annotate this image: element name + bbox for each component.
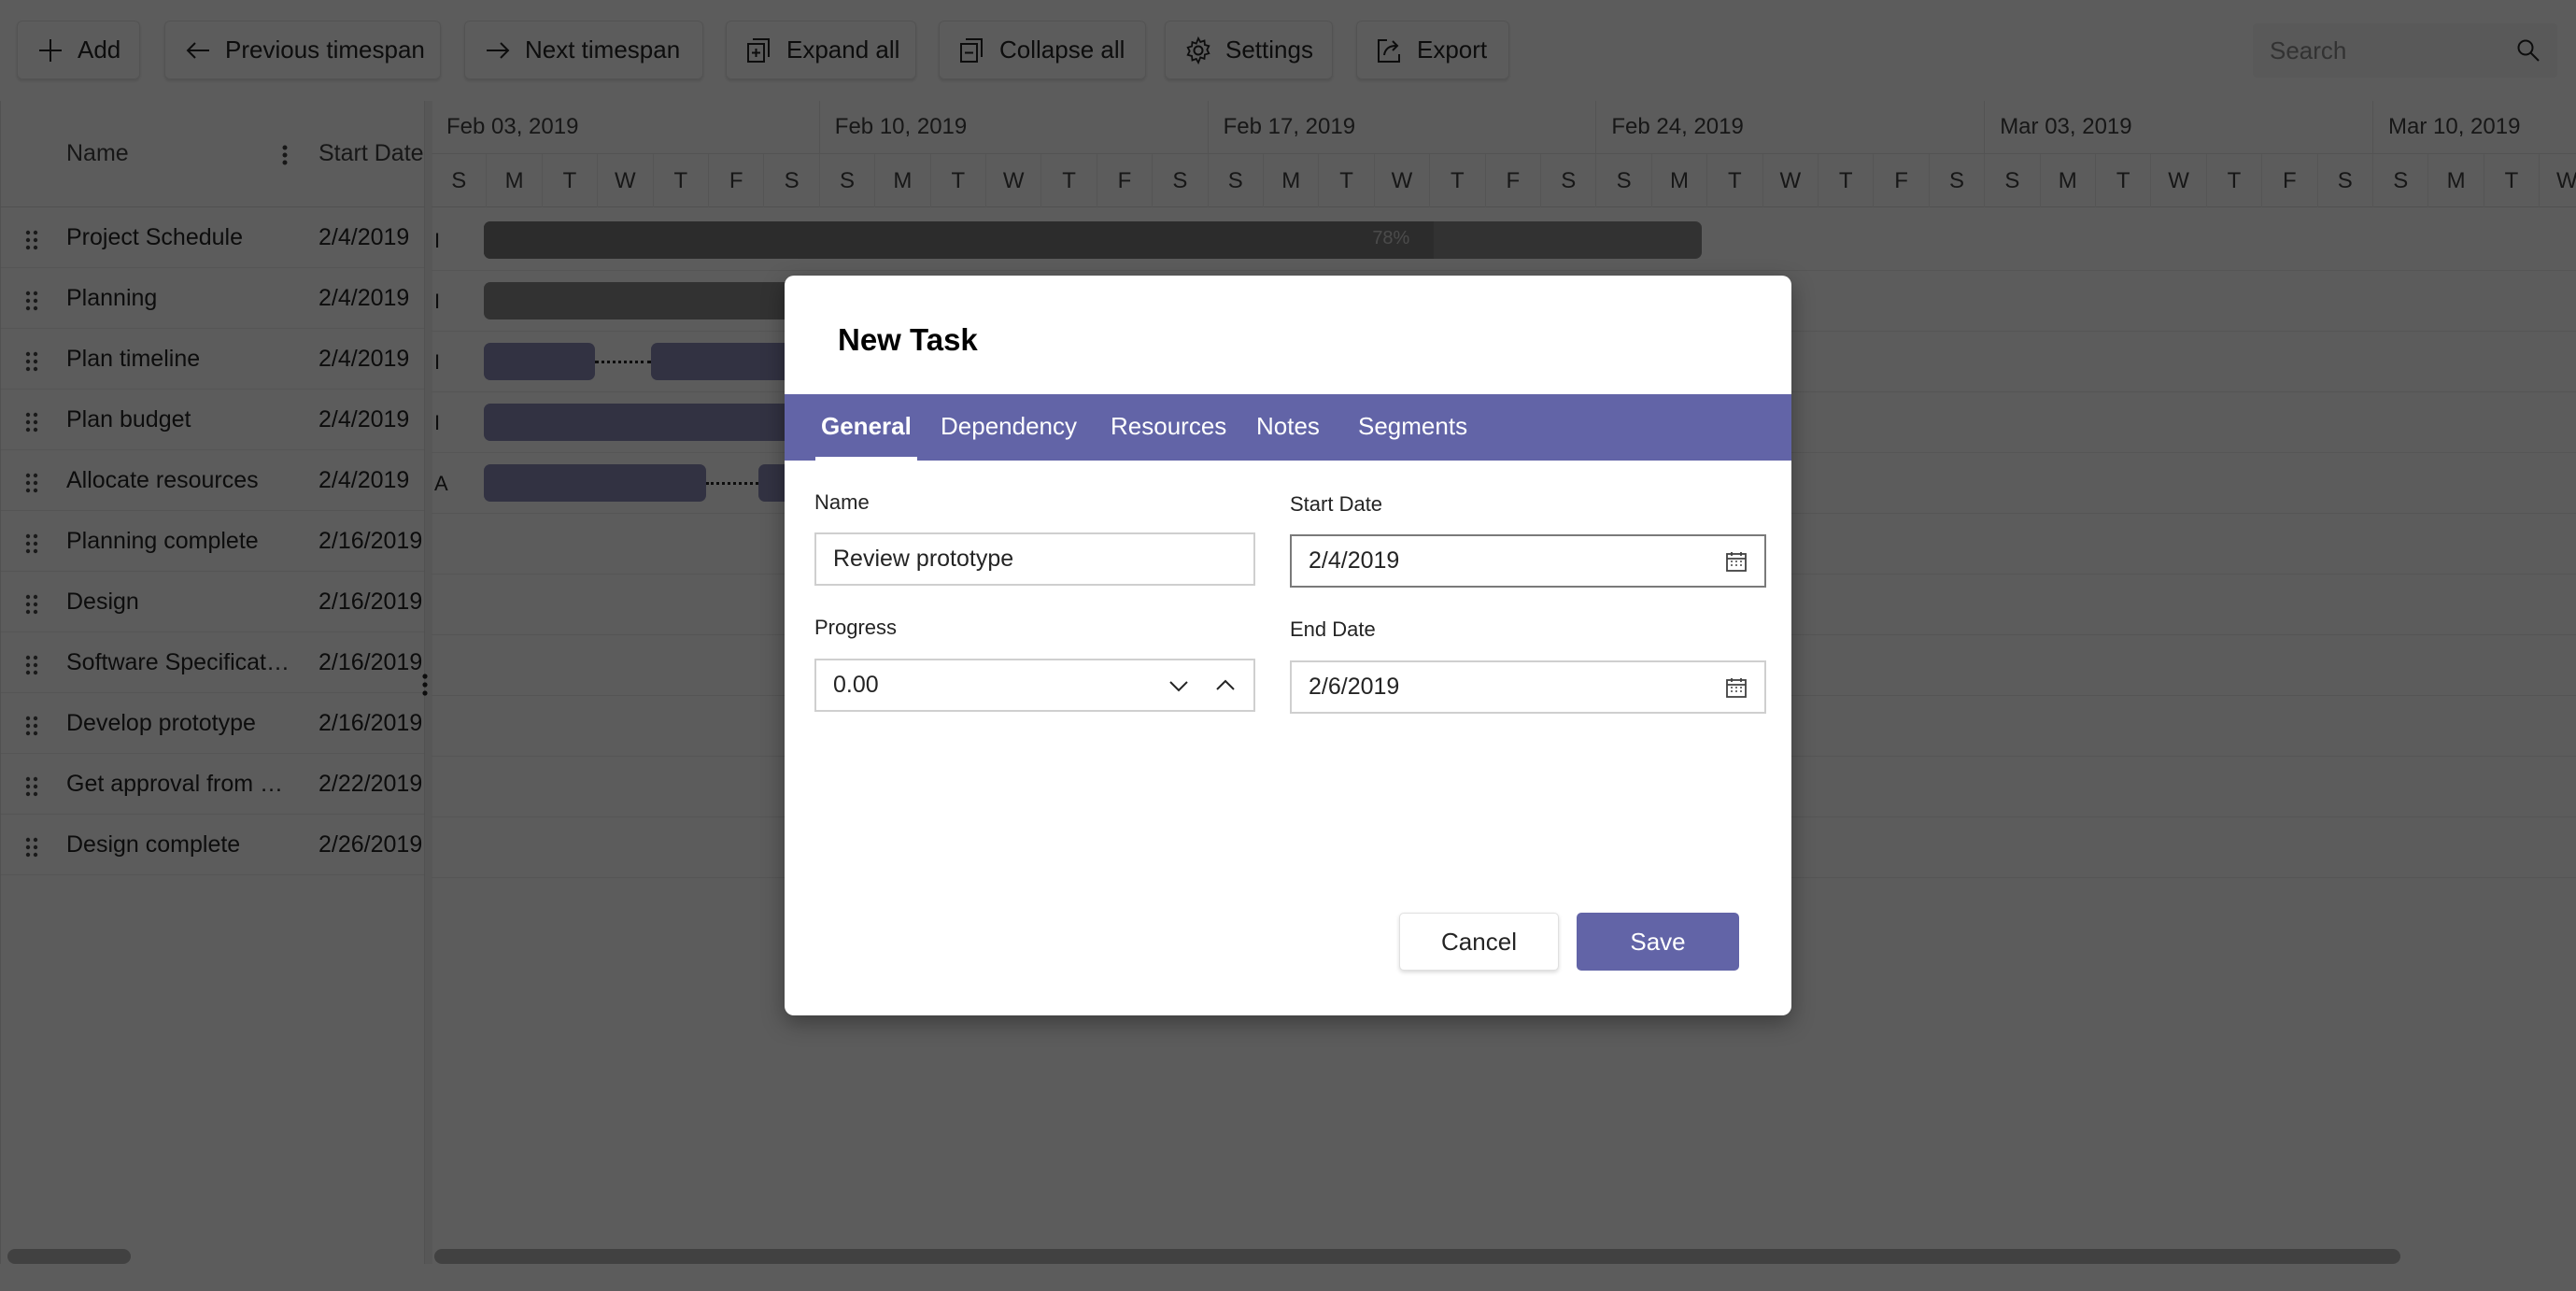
dialog-tab-bar: General Dependency Resources Notes Segme… [785, 394, 1791, 461]
tab-resources[interactable]: Resources [1105, 394, 1232, 461]
end-date-input[interactable]: 2/6/2019 [1290, 660, 1766, 714]
end-date-value: 2/6/2019 [1309, 674, 1400, 700]
end-date-label: End Date [1290, 617, 1376, 641]
chevron-up-icon[interactable] [1214, 674, 1237, 697]
calendar-icon[interactable] [1725, 550, 1748, 573]
tab-dependency[interactable]: Dependency [935, 394, 1083, 461]
start-date-value: 2/4/2019 [1309, 547, 1400, 574]
dialog-title: New Task [838, 322, 978, 357]
tab-segments[interactable]: Segments [1352, 394, 1473, 461]
calendar-icon[interactable] [1725, 676, 1748, 699]
gantt-app: Add Previous timespan Next timespan Expa… [0, 0, 2576, 1291]
tab-general[interactable]: General [815, 394, 917, 461]
cancel-button[interactable]: Cancel [1399, 913, 1559, 971]
save-button[interactable]: Save [1577, 913, 1739, 971]
progress-value: 0.00 [833, 672, 879, 698]
start-date-label: Start Date [1290, 492, 1383, 516]
new-task-dialog: New Task General Dependency Resources No… [785, 276, 1791, 1015]
start-date-input[interactable]: 2/4/2019 [1290, 534, 1766, 588]
progress-stepper[interactable]: 0.00 [814, 659, 1255, 712]
progress-label: Progress [814, 616, 898, 639]
tab-notes[interactable]: Notes [1251, 394, 1325, 461]
chevron-down-icon[interactable] [1168, 674, 1190, 697]
name-input[interactable]: Review prototype [814, 532, 1255, 586]
name-value: Review prototype [833, 546, 1014, 572]
name-label: Name [814, 490, 870, 514]
